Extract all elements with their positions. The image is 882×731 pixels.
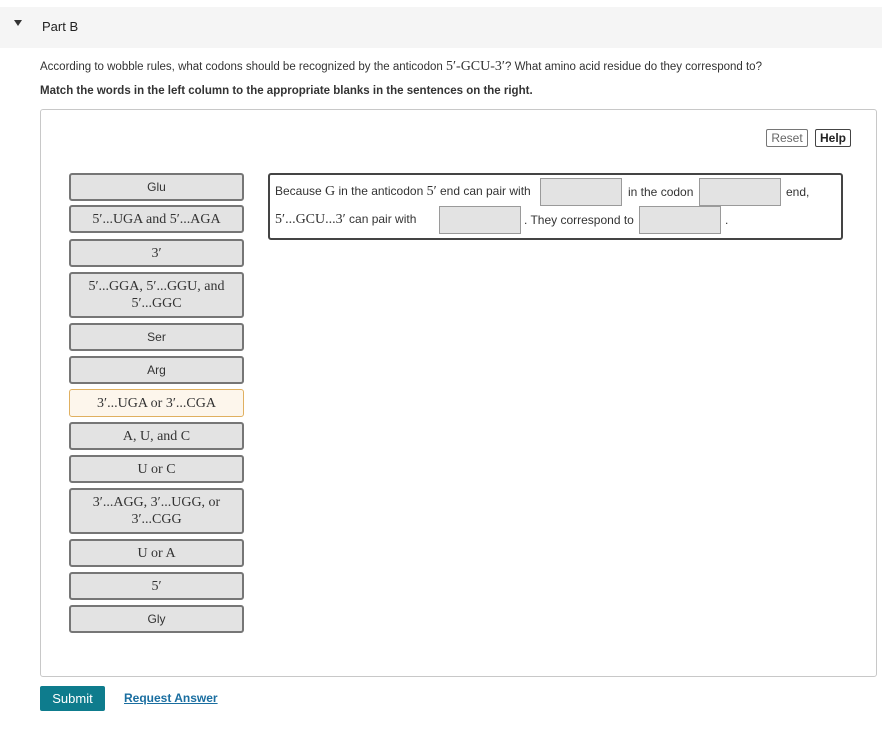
answer-blank-2[interactable] [699, 178, 781, 206]
collapse-caret-icon[interactable] [14, 20, 22, 26]
answer-tile-label: 3′...UGA or 3′...CGA [97, 395, 216, 411]
sentence-line2-start: 5′...GCU...3′ can pair with [275, 212, 416, 228]
sentence-in-codon: in the codon [628, 185, 694, 199]
answer-tile-selected[interactable]: 3′...UGA or 3′...CGA [69, 389, 244, 417]
answer-tile-label: Gly [147, 611, 166, 626]
answer-tile-label: Ser [147, 329, 166, 344]
question-prefix: According to wobble rules, what codons s… [40, 61, 446, 73]
sentence-text: Because [275, 184, 326, 198]
answer-tile[interactable]: 3′ [69, 239, 244, 267]
instruction-text: Match the words in the left column to th… [40, 85, 533, 97]
answer-tile-label: 5′...UGA and 5′...AGA [92, 211, 221, 227]
submit-button[interactable]: Submit [40, 686, 105, 711]
sentence-math-gcu: 5′...GCU...3′ [275, 212, 346, 227]
sentence-period: . [725, 213, 729, 227]
sentence-line1-start: Because G in the anticodon 5′ end can pa… [275, 184, 531, 200]
answer-tile[interactable]: U or A [69, 539, 244, 567]
answer-tile[interactable]: 5′...UGA and 5′...AGA [69, 205, 244, 233]
reset-button[interactable]: Reset [766, 129, 808, 147]
question-text: According to wobble rules, what codons s… [40, 59, 762, 75]
answer-tile-label: 3′ [151, 245, 162, 261]
answer-tile-label: 5′ [151, 578, 162, 594]
sentence-text: can pair with [345, 212, 417, 226]
answer-tile[interactable]: Gly [69, 605, 244, 633]
request-answer-link[interactable]: Request Answer [124, 691, 218, 705]
answer-tile-label: 5′...GGA, 5′...GGU, and 5′...GGC [88, 279, 225, 311]
help-button[interactable]: Help [815, 129, 851, 147]
answer-blank-1[interactable] [540, 178, 622, 206]
answer-tile-label: Glu [147, 179, 166, 194]
answer-blank-4[interactable] [639, 206, 721, 234]
sentence-text: end can pair with [436, 184, 531, 198]
part-header[interactable] [0, 7, 882, 48]
answer-tile[interactable]: Glu [69, 173, 244, 201]
answer-tile[interactable]: Ser [69, 323, 244, 351]
sentence-text: in the anticodon [335, 184, 427, 198]
sentence-box: Because G in the anticodon 5′ end can pa… [268, 173, 843, 240]
sentence-end: end, [786, 185, 810, 199]
answer-tile[interactable]: 5′...GGA, 5′...GGU, and 5′...GGC [69, 272, 244, 318]
sentence-math-g: G [325, 184, 336, 199]
question-suffix: ? What amino acid residue do they corres… [504, 61, 762, 73]
answer-tile[interactable]: U or C [69, 455, 244, 483]
answer-tile[interactable]: Arg [69, 356, 244, 384]
sentence-correspond: . They correspond to [524, 213, 634, 227]
answer-tile-label: Arg [147, 362, 166, 377]
answer-tile-label: 3′...AGG, 3′...UGG, or 3′...CGG [92, 495, 221, 527]
answer-tile-label: U or A [137, 545, 176, 561]
answer-blank-3[interactable] [439, 206, 521, 234]
answer-tile-label: U or C [137, 461, 176, 477]
answer-tile-label: A, U, and C [122, 428, 191, 444]
answer-tile[interactable]: 3′...AGG, 3′...UGG, or 3′...CGG [69, 488, 244, 534]
answer-tile[interactable]: 5′ [69, 572, 244, 600]
part-title: Part B [42, 19, 79, 34]
anticodon-formula: 5′-GCU-3′ [445, 59, 505, 74]
sentence-math-5prime: 5′ [426, 184, 437, 199]
answer-tile[interactable]: A, U, and C [69, 422, 244, 450]
